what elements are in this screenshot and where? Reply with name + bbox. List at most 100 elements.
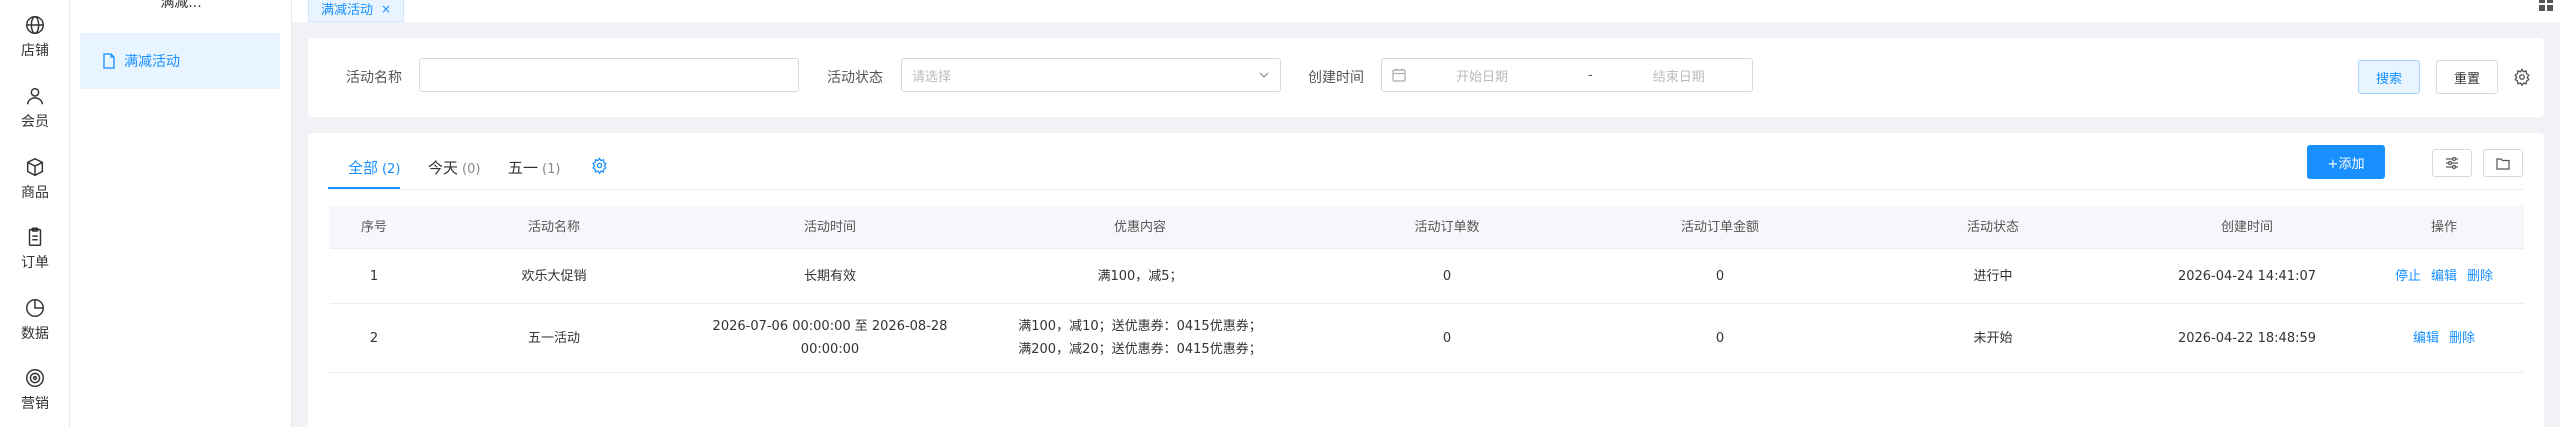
order-amount: 0 (1715, 330, 1725, 346)
user-icon (26, 87, 44, 105)
edit-link[interactable]: 编辑 (2413, 327, 2439, 350)
close-icon[interactable]: × (381, 2, 391, 16)
rail-item-label: 订单 (21, 255, 49, 271)
start-date-placeholder: 开始日期 (1456, 69, 1509, 85)
activity-time: 2026-07-06 00:00:00 至 2026-08-28 00:00:0… (690, 304, 970, 372)
grid-icon[interactable] (2538, 0, 2554, 12)
delete-link[interactable]: 删除 (2467, 265, 2493, 288)
tab-may-day-label: 五一 (508, 159, 539, 177)
gear-icon[interactable] (2513, 68, 2531, 86)
activity-name-input[interactable] (419, 58, 799, 92)
activity-name: 五一活动 (527, 330, 580, 346)
date-range-picker[interactable]: 开始日期 - 结束日期 (1381, 58, 1753, 92)
end-date-placeholder: 结束日期 (1652, 69, 1705, 85)
order-amount: 0 (1715, 268, 1725, 284)
row-index: 1 (369, 268, 379, 284)
submenu-item-full-reduction[interactable]: 满减活动 (80, 33, 280, 89)
stop-link[interactable]: 停止 (2395, 265, 2421, 288)
status-placeholder: 请选择 (912, 69, 952, 85)
rail-item-label: 营销 (21, 396, 49, 412)
activity-name-label: 活动名称 (346, 70, 402, 86)
rail-item-marketing[interactable]: 营销 (0, 367, 70, 413)
folder-icon (2496, 157, 2510, 170)
rail-item-store[interactable]: 店铺 (0, 14, 70, 60)
edit-link[interactable]: 编辑 (2431, 265, 2457, 288)
column-header: 优惠内容 (1113, 219, 1166, 235)
search-panel: 活动名称 活动状态 请选择 创建时间 开始日期 - 结束日期 搜索 重置 (308, 38, 2544, 117)
discount-content: 满100，减5； (970, 249, 1310, 303)
tab-may-day-count: (1) (542, 162, 561, 177)
left-nav-rail: 店铺 会员 商品 订单 数据 营销 (0, 0, 70, 427)
column-header: 活动订单数 (1414, 219, 1480, 235)
column-header: 活动订单金额 (1680, 219, 1759, 235)
tab-today[interactable]: 今天 (0) (428, 157, 480, 178)
activity-name: 欢乐大促销 (521, 268, 587, 284)
chevron-down-icon (1259, 72, 1269, 78)
rail-item-order[interactable]: 订单 (0, 226, 70, 272)
activity-status: 进行中 (1973, 268, 2013, 284)
add-activity-button[interactable]: +添加 (2307, 145, 2385, 179)
rail-item-data[interactable]: 数据 (0, 297, 70, 343)
table-row: 2 五一活动 2026-07-06 00:00:00 至 2026-08-28 … (330, 304, 2524, 373)
column-header: 操作 (2430, 219, 2457, 235)
order-count: 0 (1442, 330, 1452, 346)
tab-full-reduction[interactable]: 满减活动 × (308, 0, 405, 22)
rail-item-label: 店铺 (21, 43, 49, 59)
activity-table-panel: 全部 (2) 今天 (0) 五一 (1) +添加 序号 活动名称 活动时间 优惠内容 … (308, 133, 2544, 427)
search-button[interactable]: 搜索 (2358, 60, 2420, 94)
discount-content: 满100，减10；送优惠券：0415优惠券； 满200，减20；送优惠券：041… (970, 304, 1310, 372)
tab-may-day[interactable]: 五一 (1) (508, 157, 560, 178)
column-header: 活动时间 (803, 219, 856, 235)
tab-today-count: (0) (462, 162, 481, 177)
activity-status-select[interactable]: 请选择 (901, 58, 1281, 92)
pie-chart-icon (26, 299, 44, 317)
submenu-title: 满减... (160, 0, 202, 11)
tab-today-label: 今天 (428, 159, 459, 177)
row-actions: 停止 编辑 删除 (2364, 249, 2524, 303)
activity-time-line1: 2026-07-06 00:00:00 至 2026-08-28 (712, 319, 948, 334)
box-icon (26, 157, 44, 177)
submenu-item-label: 满减活动 (124, 54, 180, 70)
filter-columns-button[interactable] (2432, 149, 2472, 177)
tab-label: 满减活动 (321, 3, 374, 18)
globe-icon (26, 16, 44, 34)
column-header: 创建时间 (2220, 219, 2273, 235)
reset-button[interactable]: 重置 (2436, 60, 2498, 94)
date-separator: - (1588, 67, 1593, 83)
discount-line2: 满200，减20；送优惠券：0415优惠券； (1018, 342, 1262, 357)
table-row: 1 欢乐大促销 长期有效 满100，减5； 0 0 进行中 2026-04-24… (330, 249, 2524, 304)
activity-status: 未开始 (1973, 330, 2013, 346)
folder-button[interactable] (2483, 149, 2523, 177)
secondary-menu: 满减... 满减活动 (70, 0, 292, 427)
column-header: 序号 (360, 219, 387, 235)
tab-divider (328, 189, 2524, 190)
column-header: 活动状态 (1966, 219, 2019, 235)
tab-all[interactable]: 全部 (2) (348, 157, 400, 178)
sliders-icon (2446, 156, 2458, 170)
tab-all-label: 全部 (348, 159, 379, 177)
activity-status-label: 活动状态 (827, 70, 883, 86)
discount-line1: 满100，减10；送优惠券：0415优惠券； (1018, 319, 1262, 334)
tab-all-count: (2) (382, 162, 401, 177)
calendar-icon (1392, 68, 1406, 82)
created-time: 2026-04-24 14:41:07 (2177, 268, 2317, 284)
rail-item-label: 会员 (21, 114, 49, 130)
target-icon (26, 369, 44, 387)
row-actions: 编辑 删除 (2364, 304, 2524, 372)
clipboard-icon (28, 227, 42, 246)
column-header: 活动名称 (527, 219, 580, 235)
page-tab-bar: 满减活动 × (292, 0, 2560, 22)
created-time-label: 创建时间 (1308, 70, 1364, 86)
rail-item-goods[interactable]: 商品 (0, 156, 70, 202)
activity-time-line2: 00:00:00 (800, 342, 860, 357)
document-icon (103, 53, 115, 69)
rail-item-label: 商品 (21, 185, 49, 201)
gear-icon[interactable] (591, 157, 608, 174)
table-header: 序号 活动名称 活动时间 优惠内容 活动订单数 活动订单金额 活动状态 创建时间… (330, 206, 2524, 249)
delete-link[interactable]: 删除 (2449, 327, 2475, 350)
rail-item-label: 数据 (21, 326, 49, 342)
rail-item-member[interactable]: 会员 (0, 85, 70, 131)
order-count: 0 (1442, 268, 1452, 284)
created-time: 2026-04-22 18:48:59 (2177, 330, 2317, 346)
row-index: 2 (369, 330, 379, 346)
